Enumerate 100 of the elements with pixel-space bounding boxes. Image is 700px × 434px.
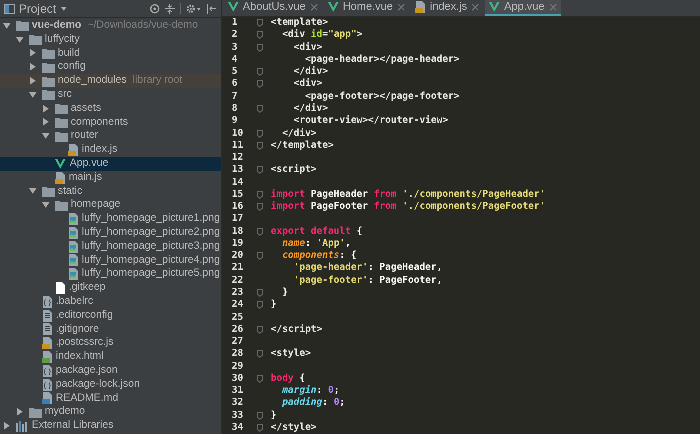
fold-marker-icon[interactable] bbox=[256, 301, 262, 310]
tree-row[interactable]: build bbox=[0, 46, 221, 60]
line-number: 18 bbox=[231, 226, 244, 238]
tree-row[interactable]: node_modules library root bbox=[0, 74, 221, 88]
tree-row[interactable]: .babelrc bbox=[0, 294, 221, 309]
panel-title[interactable]: Project bbox=[19, 0, 56, 18]
line-number: 10 bbox=[231, 128, 244, 140]
tree-row[interactable]: luffy_homepage_picture4.png bbox=[0, 254, 221, 268]
collapse-arrow-icon[interactable] bbox=[42, 132, 50, 140]
image-file-icon bbox=[68, 240, 79, 253]
line-number: 33 bbox=[231, 410, 244, 422]
close-icon[interactable] bbox=[310, 4, 318, 10]
expand-arrow-icon[interactable] bbox=[29, 63, 37, 72]
tree-row[interactable]: package-lock.json bbox=[0, 378, 221, 392]
tree-row[interactable]: luffy_homepage_picture1.png bbox=[0, 212, 221, 226]
line-number: 27 bbox=[231, 336, 244, 348]
tree-row[interactable]: main.js bbox=[0, 170, 221, 185]
expand-arrow-icon[interactable] bbox=[42, 118, 50, 126]
tree-row[interactable]: App.vue bbox=[0, 156, 221, 171]
code-line: </style> bbox=[271, 422, 317, 434]
tree-row[interactable]: External Libraries bbox=[0, 419, 221, 433]
fold-marker-icon[interactable] bbox=[256, 31, 262, 40]
folder-icon bbox=[55, 103, 68, 114]
hide-icon[interactable] bbox=[207, 4, 217, 14]
caret-icon[interactable] bbox=[61, 6, 68, 10]
line-number: 9 bbox=[231, 115, 239, 128]
item-name: .postcssrc.js bbox=[56, 335, 114, 350]
tree-row[interactable]: .gitkeep bbox=[0, 281, 221, 295]
fold-marker-icon[interactable] bbox=[256, 142, 262, 150]
tree-row[interactable]: mydemo bbox=[0, 405, 221, 420]
tree-row[interactable]: index.js bbox=[0, 143, 221, 157]
fold-marker-icon[interactable] bbox=[256, 424, 262, 432]
collapse-arrow-icon[interactable] bbox=[29, 90, 37, 99]
tree-row[interactable]: README.md bbox=[0, 392, 221, 406]
fold-marker-icon[interactable] bbox=[256, 374, 262, 383]
tree-row[interactable]: src bbox=[0, 88, 221, 102]
tree-row[interactable]: .gitignore bbox=[0, 322, 221, 336]
expand-arrow-icon[interactable] bbox=[3, 422, 11, 430]
tree-row[interactable]: static bbox=[0, 184, 221, 198]
line-number: 6 bbox=[231, 78, 239, 90]
collapse-arrow-icon[interactable] bbox=[3, 22, 11, 30]
settings-icon[interactable] bbox=[186, 4, 202, 14]
fold-marker-icon[interactable] bbox=[256, 104, 262, 113]
fold-marker-icon[interactable] bbox=[256, 80, 262, 88]
tree-row[interactable]: config bbox=[0, 60, 221, 74]
collapse-arrow-icon[interactable] bbox=[16, 36, 24, 44]
config-file-icon bbox=[42, 296, 53, 308]
fold-marker-icon[interactable] bbox=[256, 350, 262, 358]
fold-marker-icon[interactable] bbox=[256, 68, 262, 76]
fold-marker-icon[interactable] bbox=[256, 44, 262, 52]
config-file-icon bbox=[42, 364, 53, 377]
fold-marker-icon[interactable] bbox=[256, 288, 262, 297]
tree-row[interactable]: vue-demo ~/Downloads/vue-demo bbox=[0, 19, 221, 33]
close-icon[interactable] bbox=[398, 4, 406, 10]
fold-marker-icon[interactable] bbox=[256, 19, 262, 28]
fold-marker-icon[interactable] bbox=[256, 326, 262, 334]
item-name: App.vue bbox=[70, 156, 109, 171]
code-line: body { bbox=[271, 372, 306, 385]
js-file-icon bbox=[55, 172, 66, 184]
tree-row[interactable]: index.html bbox=[0, 350, 221, 364]
collapse-arrow-icon[interactable] bbox=[42, 201, 50, 210]
tree-row[interactable]: assets bbox=[0, 102, 221, 116]
expand-arrow-icon[interactable] bbox=[29, 77, 37, 86]
collapse-arrow-icon[interactable] bbox=[29, 187, 37, 196]
expand-arrow-icon[interactable] bbox=[29, 49, 37, 58]
tree-row[interactable]: .postcssrc.js bbox=[0, 336, 221, 350]
expand-arrow-icon[interactable] bbox=[16, 408, 24, 416]
html-file-icon bbox=[42, 351, 53, 364]
vue-icon bbox=[328, 2, 339, 12]
fold-marker-icon[interactable] bbox=[256, 252, 262, 260]
fold-marker-icon[interactable] bbox=[256, 130, 262, 138]
tree-row[interactable]: luffycity bbox=[0, 32, 221, 47]
editor-tab[interactable]: App.vue bbox=[485, 0, 561, 16]
tree-row[interactable]: router bbox=[0, 129, 221, 144]
code-line: <page-header></page-header> bbox=[304, 54, 460, 66]
tree-row[interactable]: .editorconfig bbox=[0, 308, 221, 323]
tree-row[interactable]: components bbox=[0, 116, 221, 130]
tree-row[interactable]: package.json bbox=[0, 364, 221, 378]
line-number: 28 bbox=[231, 348, 244, 360]
item-name: luffy_homepage_picture1.png bbox=[82, 211, 220, 226]
close-icon[interactable] bbox=[550, 4, 557, 10]
tree-row[interactable]: luffy_homepage_picture5.png bbox=[0, 267, 221, 282]
collapse-icon[interactable] bbox=[165, 4, 175, 14]
fold-marker-icon[interactable] bbox=[256, 203, 262, 212]
tree-row[interactable]: luffy_homepage_picture3.png bbox=[0, 240, 221, 254]
expand-arrow-icon[interactable] bbox=[42, 104, 50, 113]
locate-icon[interactable] bbox=[150, 4, 160, 14]
item-name: package-lock.json bbox=[56, 376, 140, 392]
fold-marker-icon[interactable] bbox=[256, 166, 262, 174]
line-number: 17 bbox=[231, 213, 244, 226]
close-icon[interactable] bbox=[472, 4, 480, 10]
tree-row[interactable]: luffy_homepage_picture2.png bbox=[0, 226, 221, 240]
tree-row[interactable]: homepage bbox=[0, 198, 221, 212]
code-line: padding: 0; bbox=[281, 397, 346, 410]
fold-marker-icon[interactable] bbox=[256, 190, 262, 199]
vue-icon bbox=[55, 158, 66, 169]
item-name: config bbox=[58, 59, 86, 74]
folder-icon bbox=[42, 76, 55, 87]
fold-marker-icon[interactable] bbox=[256, 228, 262, 236]
fold-marker-icon[interactable] bbox=[256, 412, 262, 420]
